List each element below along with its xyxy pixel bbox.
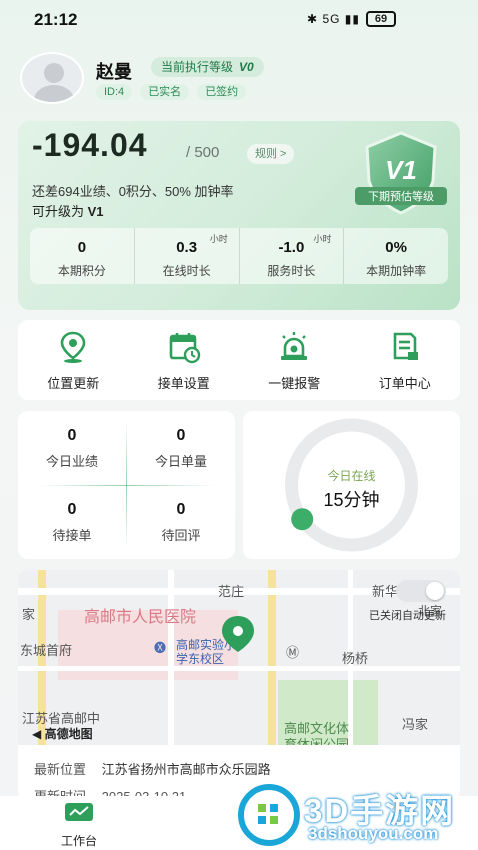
network-label: 5G <box>322 12 341 26</box>
map-label-park-2: 育休闲公园 <box>284 737 350 745</box>
stat-extend-rate: 0% 本期加钟率 <box>344 228 448 284</box>
watermark-url: 3dshouyou.com <box>308 824 439 843</box>
rules-button[interactable]: 规则 > <box>247 144 295 164</box>
stat-online-label: 在线时长 <box>162 264 211 278</box>
map-view[interactable]: 范庄 新华 家 高邮市人民医院 东城首府 🅧 高邮实验小 学东校区 Ⓜ 杨桥 江… <box>18 570 460 745</box>
action-alarm-label: 一键报警 <box>268 376 321 391</box>
tag-id: ID:4 <box>96 84 133 100</box>
map-label-school-2: 学东校区 <box>176 652 225 666</box>
action-location-label: 位置更新 <box>47 376 100 391</box>
action-order-center-label: 订单中心 <box>378 376 431 391</box>
today-orders[interactable]: 0 今日单量 <box>127 427 235 470</box>
map-label-fanzhuang: 范庄 <box>218 584 245 599</box>
stat-online-hours: 0.3 小时 在线时长 <box>135 228 240 284</box>
action-order-center[interactable]: 订单中心 <box>350 320 461 400</box>
amap-logo-text: 高德地图 <box>44 727 93 741</box>
avatar[interactable] <box>20 52 84 104</box>
online-value: 15分钟 <box>323 490 380 510</box>
user-name: 赵曼 <box>96 62 132 82</box>
today-performance[interactable]: 0 今日业绩 <box>18 427 126 470</box>
latest-location-key: 最新位置 <box>34 762 87 777</box>
quick-actions: 位置更新 接单设置 一键报警 订单中心 <box>18 320 460 400</box>
tag-signed: 已签约 <box>197 84 247 100</box>
watermark-logo-icon <box>238 784 300 846</box>
pending-accept-label: 待接单 <box>52 528 92 543</box>
stat-points: 0 本期积分 <box>30 228 135 284</box>
shield-icon: V1 下期预估等级 <box>355 131 447 215</box>
map-label-hospital: 高邮市人民医院 <box>84 609 197 626</box>
tab-workbench-label: 工作台 <box>60 834 97 848</box>
today-orders-label: 今日单量 <box>154 454 207 469</box>
latest-location-row: 最新位置 江苏省扬州市高邮市众乐园路 <box>34 759 271 778</box>
online-progress-ring <box>285 418 418 552</box>
map-label-dongcheng: 东城首府 <box>20 643 73 658</box>
performance-total: / 500 <box>186 144 220 161</box>
current-level-label: 当前执行等级 <box>161 60 234 74</box>
online-time-card: 今日在线 15分钟 <box>243 411 460 559</box>
map-label-jia: 家 <box>22 607 36 622</box>
stat-points-value: 0 <box>77 239 87 256</box>
profile-tags: ID:4 已实名 已签约 <box>96 84 247 100</box>
latest-location-value: 江苏省扬州市高邮市众乐园路 <box>101 762 271 777</box>
today-orders-value: 0 <box>176 427 186 444</box>
status-bar: 21:12 ✱ 5G ▮▮ 69 <box>0 0 478 40</box>
avatar-head <box>44 63 64 83</box>
location-card: 范庄 新华 家 高邮市人民医院 东城首府 🅧 高邮实验小 学东校区 Ⓜ 杨桥 江… <box>18 570 460 800</box>
workbench-chart-icon <box>65 803 93 821</box>
online-label: 今日在线 <box>327 469 376 483</box>
map-label-fengjia: 冯家 <box>402 717 429 732</box>
pending-review[interactable]: 0 待回评 <box>127 501 235 544</box>
calendar-clock-icon <box>169 333 200 364</box>
upgrade-level: V1 <box>87 204 104 219</box>
pending-review-label: 待回评 <box>161 528 201 543</box>
map-school-icon: 🅧 <box>154 641 167 655</box>
site-watermark: 3D手游网 3dshouyou.com <box>232 778 478 850</box>
action-order-settings-label: 接单设置 <box>157 376 210 391</box>
gap-text: 还差694业绩、0积分、50% 加钟率 <box>32 184 234 199</box>
stat-service-label: 服务时长 <box>267 264 316 278</box>
today-performance-label: 今日业绩 <box>45 454 98 469</box>
current-level-value: V0 <box>239 60 254 74</box>
map-subway-icon: Ⓜ <box>286 645 300 660</box>
stat-service-hours: -1.0 小时 服务时长 <box>240 228 345 284</box>
alarm-light-icon <box>281 332 308 360</box>
battery-icon: 69 <box>366 11 396 27</box>
map-label-yangqiao: 杨桥 <box>342 651 369 666</box>
stat-online-unit: 小时 <box>209 234 228 244</box>
current-level-pill: 当前执行等级 V0 <box>151 57 264 77</box>
tag-verified: 已实名 <box>140 84 190 100</box>
performance-amount: -194.04 <box>32 127 148 163</box>
pending-review-value: 0 <box>176 501 186 518</box>
today-stats-card: 0 今日业绩 0 今日单量 0 待接单 0 待回评 <box>18 411 235 559</box>
stat-extend-label: 本期加钟率 <box>366 264 427 278</box>
amap-logo: ◀ 高德地图 <box>32 727 93 741</box>
map-label-xinhua: 新华 <box>372 584 399 599</box>
stat-service-unit: 小时 <box>313 234 332 244</box>
upgrade-prefix: 可升级为 <box>32 204 85 219</box>
action-location-update[interactable]: 位置更新 <box>18 320 129 400</box>
stat-points-label: 本期积分 <box>57 264 106 278</box>
level-badge: V1 下期预估等级 <box>353 129 449 219</box>
today-performance-value: 0 <box>67 427 77 444</box>
toggle-knob <box>426 582 444 600</box>
period-stats: 0 本期积分 0.3 小时 在线时长 -1.0 小时 服务时长 0% 本期加钟率 <box>30 228 448 284</box>
auto-update-label: 已关闭自动更新 <box>369 610 446 622</box>
bluetooth-signal-icons: ✱ 5G ▮▮ <box>307 12 360 26</box>
pending-accept[interactable]: 0 待接单 <box>18 501 126 544</box>
auto-update-toggle[interactable] <box>396 580 446 602</box>
action-order-settings[interactable]: 接单设置 <box>129 320 240 400</box>
upgrade-text: 可升级为 V1 <box>32 201 104 220</box>
map-location-marker-icon <box>222 616 254 652</box>
badge-caption: 下期预估等级 <box>368 189 434 203</box>
action-alarm[interactable]: 一键报警 <box>239 320 350 400</box>
status-time: 21:12 <box>34 10 78 29</box>
performance-card: -194.04 / 500 规则 > 还差694业绩、0积分、50% 加钟率 可… <box>18 121 460 310</box>
location-pin-icon <box>60 331 86 363</box>
badge-level-text: V1 <box>385 155 417 185</box>
stat-extend-value: 0% <box>385 239 407 256</box>
avatar-body <box>34 85 74 102</box>
pending-accept-value: 0 <box>67 501 77 518</box>
tab-workbench[interactable]: 工作台 <box>46 802 112 849</box>
document-icon <box>393 332 418 360</box>
